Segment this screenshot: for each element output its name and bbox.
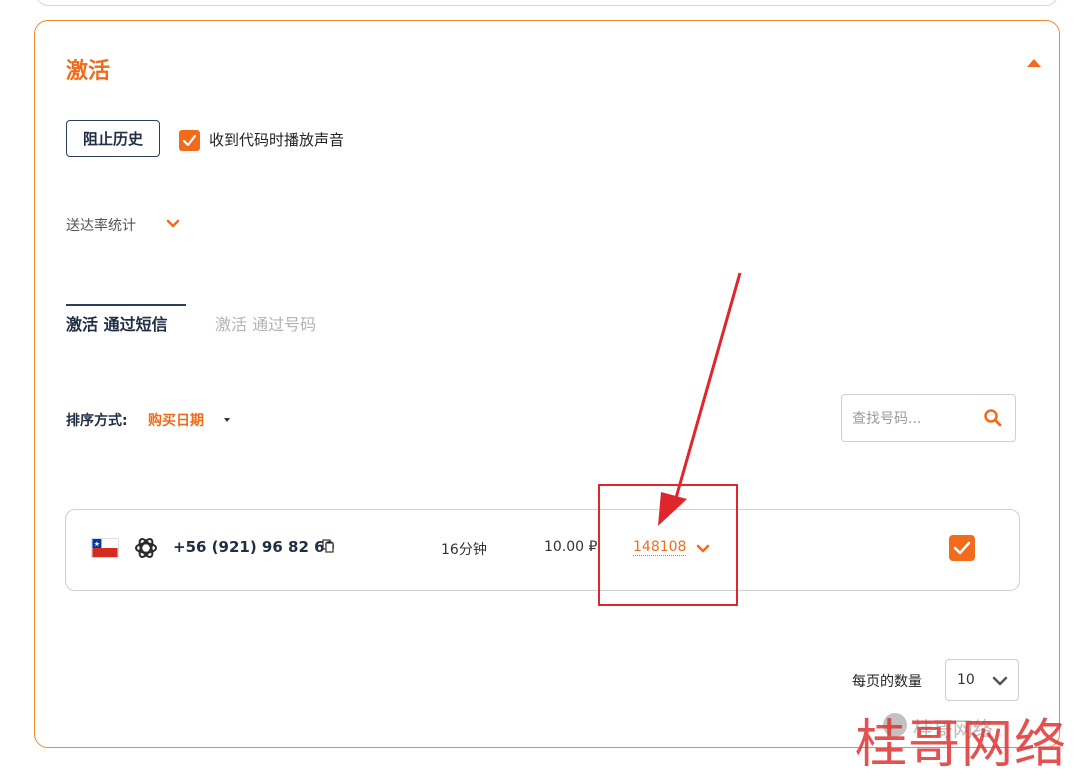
activation-panel: 激活 阻止历史 收到代码时播放声音 送达率统计 激活 通过短信 激活 通过号码 …	[34, 20, 1060, 748]
search-icon[interactable]	[983, 408, 1003, 428]
per-page-select[interactable]: 10	[945, 659, 1019, 701]
sort-label: 排序方式:	[66, 413, 128, 429]
caret-down-icon[interactable]	[224, 418, 230, 422]
chevron-down-icon	[992, 676, 1008, 686]
active-tab-indicator	[66, 304, 186, 306]
per-page-value: 10	[957, 672, 975, 688]
collapse-caret-icon[interactable]	[1027, 59, 1041, 67]
price: 10.00 ₽	[544, 539, 598, 555]
play-sound-checkbox[interactable]	[179, 130, 200, 151]
chevron-down-icon[interactable]	[166, 219, 180, 229]
search-input[interactable]	[852, 407, 972, 431]
play-sound-label: 收到代码时播放声音	[209, 131, 345, 149]
checkmark-icon	[182, 134, 197, 147]
activation-row: +56 (921) 96 82 69 16分钟 10.00 ₽ 148108	[65, 509, 1020, 591]
previous-card	[36, 0, 1058, 6]
block-history-button[interactable]: 阻止历史	[66, 120, 160, 157]
panel-title: 激活	[66, 59, 111, 84]
time-remaining: 16分钟	[441, 542, 487, 558]
watermark-text: 桂哥网络	[855, 715, 1068, 775]
tab-activation-number[interactable]: 激活 通过号码	[215, 311, 316, 335]
annotation-highlight-box	[598, 484, 738, 606]
checkmark-icon	[953, 541, 971, 555]
openai-icon	[135, 538, 157, 558]
copy-icon[interactable]	[322, 539, 334, 553]
chile-flag-icon	[91, 538, 119, 558]
tab-activation-sms[interactable]: 激活 通过短信	[66, 311, 168, 335]
delivery-stats-toggle[interactable]: 送达率统计	[66, 215, 136, 235]
sort-dropdown[interactable]: 购买日期	[148, 410, 204, 430]
search-box	[841, 394, 1016, 442]
per-page-label: 每页的数量	[852, 674, 922, 690]
row-select-checkbox[interactable]	[949, 535, 975, 561]
phone-number: +56 (921) 96 82 69	[173, 538, 335, 556]
